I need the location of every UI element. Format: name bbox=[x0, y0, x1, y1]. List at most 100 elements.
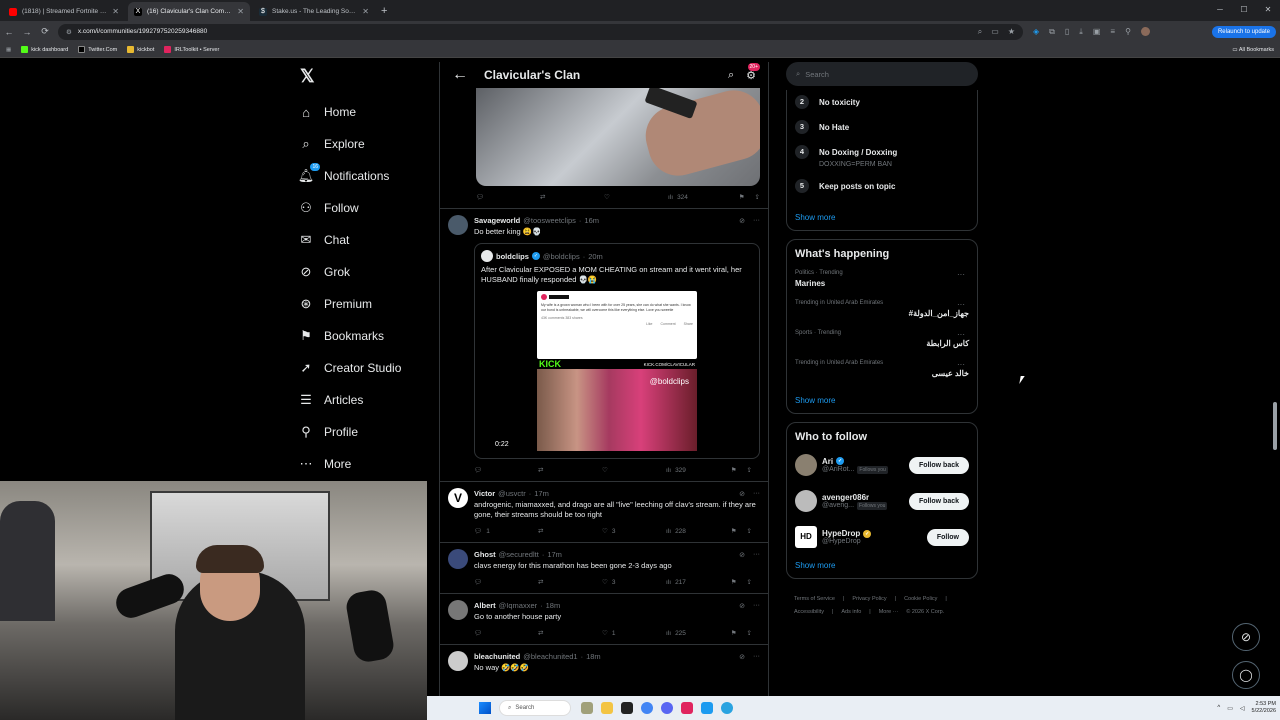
address-bar[interactable]: ⚙ x.com/i/communities/199279752025934688… bbox=[58, 23, 1023, 40]
sidepanel-icon[interactable]: ▯ bbox=[1065, 27, 1069, 36]
views-stat[interactable]: ılı 324 bbox=[668, 194, 732, 201]
network-icon[interactable]: ▭ bbox=[1227, 705, 1233, 712]
more-link[interactable]: More ··· bbox=[879, 609, 899, 615]
post[interactable]: Albert @Iqmaxxer · 18m ⊘ ··· Go to anothe… bbox=[440, 594, 768, 644]
more-options-icon[interactable]: ··· bbox=[957, 270, 965, 279]
bookmark-kick-dashboard[interactable]: kick dashboard bbox=[21, 46, 68, 53]
nav-follow[interactable]: ⚇ Follow bbox=[298, 192, 438, 224]
post[interactable]: V Victor @usvctr · 17m ⊘ ··· androgenic, … bbox=[440, 482, 768, 542]
views-stat[interactable]: ılı 329 bbox=[666, 467, 730, 474]
reply-stat[interactable]: 💬︎ 1 bbox=[474, 527, 538, 536]
author-name[interactable]: Savageworld bbox=[474, 216, 520, 225]
post[interactable]: Savageworld @toosweetclips · 16m ⊘ ··· Do… bbox=[440, 209, 768, 481]
show-more-trends-link[interactable]: Show more bbox=[795, 390, 969, 413]
taskbar-search[interactable]: ⌕ Search bbox=[499, 700, 571, 716]
grok-icon[interactable]: ⊘ bbox=[739, 217, 745, 225]
post-time[interactable]: 16m bbox=[584, 216, 599, 225]
post[interactable]: Ghost @securedltt · 17m ⊘ ··· clavs energ… bbox=[440, 543, 768, 593]
telegram-icon[interactable] bbox=[721, 702, 733, 714]
nav-explore[interactable]: ⌕ Explore bbox=[298, 128, 438, 160]
bookmark-icon[interactable]: ⚑ bbox=[739, 193, 745, 201]
menu-icon[interactable]: ⚲ bbox=[1125, 27, 1131, 36]
browser-tab-stake[interactable]: $ Stake.us - The Leading Social C ✕ bbox=[253, 2, 375, 21]
quoted-post[interactable]: boldclips ✓ @boldclips · 20m After Clavi… bbox=[474, 243, 760, 459]
reload-icon[interactable]: ⟳ bbox=[36, 26, 54, 37]
show-more-follow-link[interactable]: Show more bbox=[795, 555, 969, 578]
grok-icon[interactable]: ⊘ bbox=[739, 490, 745, 498]
close-tab-icon[interactable]: ✕ bbox=[237, 7, 244, 16]
nav-notifications[interactable]: 🔔︎ 16 Notifications bbox=[298, 160, 438, 192]
avatar[interactable] bbox=[448, 651, 468, 671]
reply-icon[interactable]: 💬︎ bbox=[474, 578, 538, 586]
author-handle[interactable]: @securedltt bbox=[499, 550, 539, 559]
new-tab-button[interactable]: + bbox=[375, 5, 393, 21]
nav-grok[interactable]: ⊘ Grok bbox=[298, 256, 438, 288]
bookmark-twitter[interactable]: Twitter.Com bbox=[78, 46, 117, 53]
avatar[interactable] bbox=[448, 215, 468, 235]
scrollbar-thumb[interactable] bbox=[1273, 402, 1277, 450]
author-handle[interactable]: @bleachunited1 bbox=[523, 652, 577, 661]
browser-tab-kick[interactable]: (1818) | Streamed Fortnite for 1 ✕ bbox=[3, 2, 125, 21]
apps-icon[interactable]: ▦ bbox=[6, 47, 11, 53]
repost-icon[interactable]: ⇄ bbox=[538, 578, 602, 586]
forward-icon[interactable]: → bbox=[18, 27, 36, 37]
follow-button[interactable]: Follow bbox=[926, 528, 969, 546]
nav-chat[interactable]: ✉ Chat bbox=[298, 224, 438, 256]
avatar[interactable] bbox=[795, 490, 817, 512]
star-icon[interactable]: ★ bbox=[1008, 27, 1015, 37]
profile-avatar[interactable] bbox=[1140, 27, 1150, 36]
trend-item[interactable]: Trending in United Arab Emirates #جهاز_ا… bbox=[795, 300, 969, 318]
author-name[interactable]: Ghost bbox=[474, 550, 496, 559]
repost-icon[interactable]: ⇄ bbox=[540, 193, 604, 201]
nav-premium[interactable]: ⊛ Premium bbox=[298, 288, 438, 320]
share-icon[interactable]: ⇪ bbox=[747, 629, 752, 637]
nav-more[interactable]: ⋯ More bbox=[298, 448, 438, 480]
browser-tab-x-community[interactable]: X (16) Clavicular's Clan Communi ✕ bbox=[128, 2, 250, 21]
repost-icon[interactable]: ⇄ bbox=[538, 629, 602, 637]
nav-bookmarks[interactable]: ⚑ Bookmarks bbox=[298, 320, 438, 352]
bookmark-icon[interactable]: ⚑ bbox=[731, 629, 737, 637]
puzzle-icon[interactable]: ⧉ bbox=[1049, 27, 1055, 37]
chat-float-button[interactable]: ◯ bbox=[1232, 661, 1260, 689]
avatar[interactable]: V bbox=[448, 488, 468, 508]
nav-articles[interactable]: ☰ Articles bbox=[298, 384, 438, 416]
relaunch-button[interactable]: Relaunch to update bbox=[1211, 25, 1276, 38]
author-handle[interactable]: @Iqmaxxer bbox=[499, 601, 537, 610]
discord-icon[interactable] bbox=[661, 702, 673, 714]
close-tab-icon[interactable]: ✕ bbox=[362, 7, 369, 16]
download-icon[interactable]: ⤓ bbox=[1079, 27, 1083, 37]
back-arrow-icon[interactable]: ← bbox=[452, 66, 468, 84]
grok-icon[interactable]: ⊘ bbox=[739, 551, 745, 559]
reply-icon[interactable]: 💬︎ bbox=[476, 193, 540, 201]
like-stat[interactable]: ♡ 3 bbox=[602, 578, 666, 587]
bookmark-kickbot[interactable]: kickbot bbox=[127, 46, 154, 53]
repost-icon[interactable]: ⇄ bbox=[538, 466, 602, 474]
avatar[interactable] bbox=[448, 600, 468, 620]
search-input[interactable]: ⌕ Search bbox=[786, 62, 978, 86]
views-stat[interactable]: ılı 217 bbox=[666, 579, 730, 586]
ads-info-link[interactable]: Ads info bbox=[841, 609, 861, 615]
bookmark-icon[interactable]: ⚑ bbox=[731, 527, 737, 535]
zoom-icon[interactable]: ⌕ bbox=[978, 27, 982, 37]
views-stat[interactable]: ılı 228 bbox=[666, 528, 730, 535]
chevron-up-icon[interactable]: ^ bbox=[1217, 705, 1220, 711]
nav-profile[interactable]: ⚲ Profile bbox=[298, 416, 438, 448]
minimize-icon[interactable]: ─ bbox=[1208, 0, 1232, 21]
repost-icon[interactable]: ⇄ bbox=[538, 527, 602, 535]
search-icon[interactable]: ⌕ bbox=[728, 69, 734, 82]
bookmark-irltoolkit[interactable]: IRLToolkit • Server bbox=[164, 46, 219, 53]
author-handle[interactable]: @toosweetclips bbox=[523, 216, 576, 225]
grok-float-button[interactable]: ⊘ bbox=[1232, 623, 1260, 651]
windows-start-icon[interactable] bbox=[479, 702, 491, 714]
post-time[interactable]: 17m bbox=[547, 550, 562, 559]
x-logo-icon[interactable]: 𝕏 bbox=[300, 66, 438, 96]
cast-icon[interactable]: ▭ bbox=[991, 27, 999, 37]
follow-suggestion[interactable]: avenger086r @aveng... Follows you Follow … bbox=[795, 483, 969, 519]
privacy-link[interactable]: Privacy Policy bbox=[852, 596, 886, 602]
show-more-rules-link[interactable]: Show more bbox=[795, 207, 969, 230]
like-icon[interactable]: ♡ bbox=[604, 193, 668, 201]
avatar[interactable] bbox=[448, 549, 468, 569]
maximize-icon[interactable]: ☐ bbox=[1232, 0, 1256, 21]
more-options-icon[interactable]: ··· bbox=[957, 300, 965, 309]
cookie-link[interactable]: Cookie Policy bbox=[904, 596, 937, 602]
